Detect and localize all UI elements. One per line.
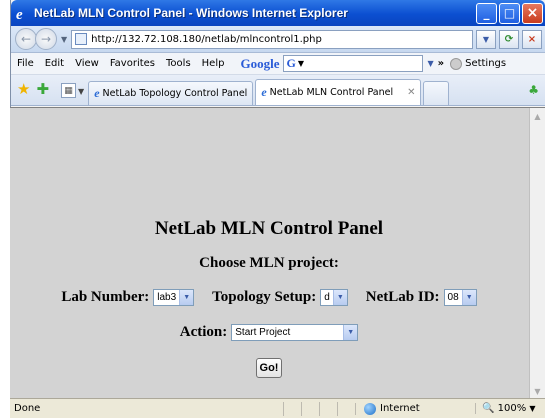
security-zone: Internet [355, 402, 475, 415]
netlab-id-label: NetLab ID: [365, 289, 440, 305]
zone-label: Internet [380, 403, 420, 414]
action-row: Action: Start Project ▼ [10, 324, 528, 341]
status-cell [337, 401, 355, 416]
status-bar: Done Internet 🔍 100% ▼ [10, 398, 545, 418]
vertical-scrollbar[interactable]: ▲ ▼ [529, 108, 545, 399]
status-text: Done [14, 403, 41, 414]
page-subheading: Choose MLN project: [199, 255, 339, 271]
topology-value: d [324, 292, 330, 303]
chevron-down-icon: ▼ [461, 290, 476, 305]
status-cell [301, 401, 319, 416]
scroll-down-icon[interactable]: ▼ [530, 383, 545, 399]
status-cell [319, 401, 337, 416]
chevron-down-icon: ▼ [179, 290, 194, 305]
lab-number-select[interactable]: lab3 ▼ [153, 289, 195, 306]
zoom-icon: 🔍 [482, 403, 495, 414]
status-cell [283, 401, 301, 416]
zoom-level: 100% [497, 403, 527, 414]
project-row: Lab Number: lab3 ▼ Topology Setup: d ▼ Net… [10, 289, 528, 306]
topology-select[interactable]: d ▼ [320, 289, 348, 306]
topology-label: Topology Setup: [212, 289, 317, 305]
page-heading: NetLab MLN Control Panel [154, 218, 384, 239]
chevron-down-icon: ▼ [332, 290, 347, 305]
action-select[interactable]: Start Project ▼ [231, 324, 359, 341]
lab-number-value: lab3 [157, 292, 177, 303]
internet-globe-icon [364, 402, 376, 415]
netlab-id-select[interactable]: 08 ▼ [443, 289, 477, 306]
go-button[interactable]: Go! [255, 358, 283, 378]
scroll-up-icon[interactable]: ▲ [530, 108, 545, 124]
go-row: Go! [10, 358, 528, 378]
action-label: Action: [179, 324, 228, 340]
action-value: Start Project [235, 327, 291, 338]
page-content: NetLab MLN Control Panel Choose MLN proj… [10, 107, 545, 399]
lab-number-label: Lab Number: [61, 289, 150, 305]
zoom-control[interactable]: 🔍 100% ▼ [475, 403, 545, 414]
chevron-down-icon: ▼ [343, 325, 358, 340]
netlab-id-value: 08 [447, 292, 459, 303]
zoom-dropdown-icon[interactable]: ▼ [529, 404, 535, 413]
